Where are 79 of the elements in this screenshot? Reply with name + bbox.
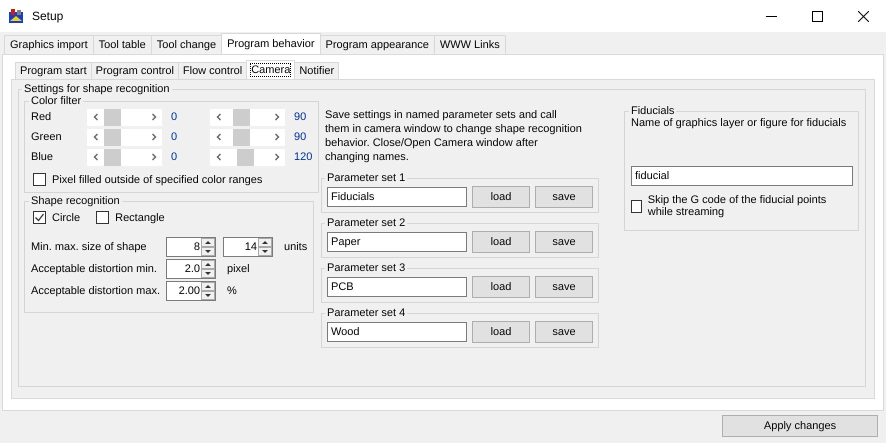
name-field[interactable]: Wood bbox=[327, 322, 467, 342]
tab[interactable]: Flow control bbox=[178, 62, 248, 79]
close-icon[interactable] bbox=[858, 10, 868, 22]
layer-name-field[interactable]: fiducial bbox=[631, 166, 853, 186]
app-icon bbox=[8, 8, 24, 24]
group-title: Parameter set 2 bbox=[326, 217, 406, 229]
group-title: Parameter set 4 bbox=[326, 307, 406, 319]
checkbox[interactable] bbox=[631, 200, 642, 213]
checkbox-label: Pixel filled outside of specified color ranges bbox=[52, 174, 262, 186]
description-text: Save settings in named parameter sets and call them in camera window to change shape recognition behavior. Close/Open Camera window after changing names. bbox=[325, 108, 583, 164]
scrollbar-slider[interactable] bbox=[87, 108, 162, 126]
group-title: Settings for shape recognition bbox=[23, 83, 171, 95]
number-spinner[interactable]: 8 bbox=[166, 237, 216, 257]
scrollbar-slider[interactable] bbox=[87, 148, 162, 166]
apply-button[interactable]: Apply changes bbox=[722, 415, 878, 437]
name-field[interactable]: Fiducials bbox=[327, 187, 467, 207]
value-label: 0 bbox=[170, 111, 178, 123]
tab[interactable]: Program behavior bbox=[221, 33, 320, 54]
group-title: Color filter bbox=[30, 95, 82, 107]
load-button[interactable]: load bbox=[472, 276, 530, 298]
maximize-icon[interactable] bbox=[812, 10, 822, 22]
checkbox[interactable] bbox=[33, 211, 46, 224]
tab[interactable]: Notifier bbox=[294, 62, 340, 79]
save-button[interactable]: save bbox=[535, 186, 593, 208]
slider-thumb[interactable] bbox=[236, 148, 254, 166]
slider-thumb[interactable] bbox=[104, 148, 121, 166]
channel-label: Red bbox=[31, 111, 52, 123]
description-text: Name of graphics layer or figure for fiducials bbox=[631, 117, 848, 129]
unit-label: pixel bbox=[227, 263, 250, 275]
slider-thumb[interactable] bbox=[104, 128, 121, 146]
unit-label: units bbox=[284, 241, 308, 253]
value-label: 120 bbox=[293, 151, 312, 163]
save-button[interactable]: save bbox=[535, 276, 593, 298]
group-title: Shape recognition bbox=[30, 195, 121, 207]
spinner-arrows-icon[interactable] bbox=[201, 238, 215, 256]
tab[interactable]: WWW Links bbox=[434, 35, 506, 54]
checkbox-label: Rectangle bbox=[115, 212, 165, 224]
scrollbar-slider[interactable] bbox=[87, 128, 162, 146]
value-label: 90 bbox=[293, 131, 306, 143]
load-button[interactable]: load bbox=[472, 231, 530, 253]
tab[interactable]: Program control bbox=[90, 62, 179, 79]
group-title: Parameter set 3 bbox=[326, 262, 406, 274]
load-button[interactable]: load bbox=[472, 186, 530, 208]
value-label: 0 bbox=[170, 131, 178, 143]
checkbox[interactable] bbox=[96, 211, 110, 224]
number-spinner[interactable]: 2.00 bbox=[166, 281, 216, 301]
load-button[interactable]: load bbox=[472, 321, 530, 343]
scrollbar-slider[interactable] bbox=[210, 128, 285, 146]
group-title: Parameter set 1 bbox=[326, 172, 406, 184]
name-field[interactable]: Paper bbox=[327, 232, 467, 252]
slider-thumb[interactable] bbox=[104, 108, 121, 126]
slider-thumb[interactable] bbox=[233, 128, 250, 146]
number-spinner[interactable]: 2.0 bbox=[166, 259, 216, 279]
checkbox[interactable] bbox=[33, 173, 46, 186]
field-label: Acceptable distortion min. bbox=[31, 263, 158, 275]
channel-label: Green bbox=[31, 131, 63, 143]
window-title: Setup bbox=[32, 9, 64, 23]
checkbox-label: Skip the G code of the fiducial points while streaming bbox=[648, 194, 828, 218]
tab[interactable]: Camera bbox=[246, 60, 296, 79]
save-button[interactable]: save bbox=[535, 231, 593, 253]
value-label: 90 bbox=[293, 111, 306, 123]
scrollbar-slider[interactable] bbox=[210, 108, 285, 126]
checkbox-label: Circle bbox=[52, 212, 80, 224]
save-button[interactable]: save bbox=[535, 321, 593, 343]
spinner-arrows-icon[interactable] bbox=[201, 282, 215, 300]
spinner-arrows-icon[interactable] bbox=[258, 238, 272, 256]
field-label: Acceptable distortion max. bbox=[31, 285, 159, 297]
group-title: Fiducials bbox=[630, 105, 676, 117]
spinner-arrows-icon[interactable] bbox=[201, 260, 215, 278]
name-field[interactable]: PCB bbox=[327, 277, 467, 297]
unit-label: % bbox=[227, 285, 237, 297]
number-spinner[interactable]: 14 bbox=[223, 237, 273, 257]
tab[interactable]: Program start bbox=[15, 62, 92, 79]
tab[interactable]: Graphics import bbox=[4, 35, 94, 54]
value-label: 0 bbox=[170, 151, 178, 163]
scrollbar-slider[interactable] bbox=[210, 148, 285, 166]
channel-label: Blue bbox=[31, 151, 54, 163]
field-label: Min. max. size of shape bbox=[31, 241, 148, 253]
slider-thumb[interactable] bbox=[233, 108, 250, 126]
